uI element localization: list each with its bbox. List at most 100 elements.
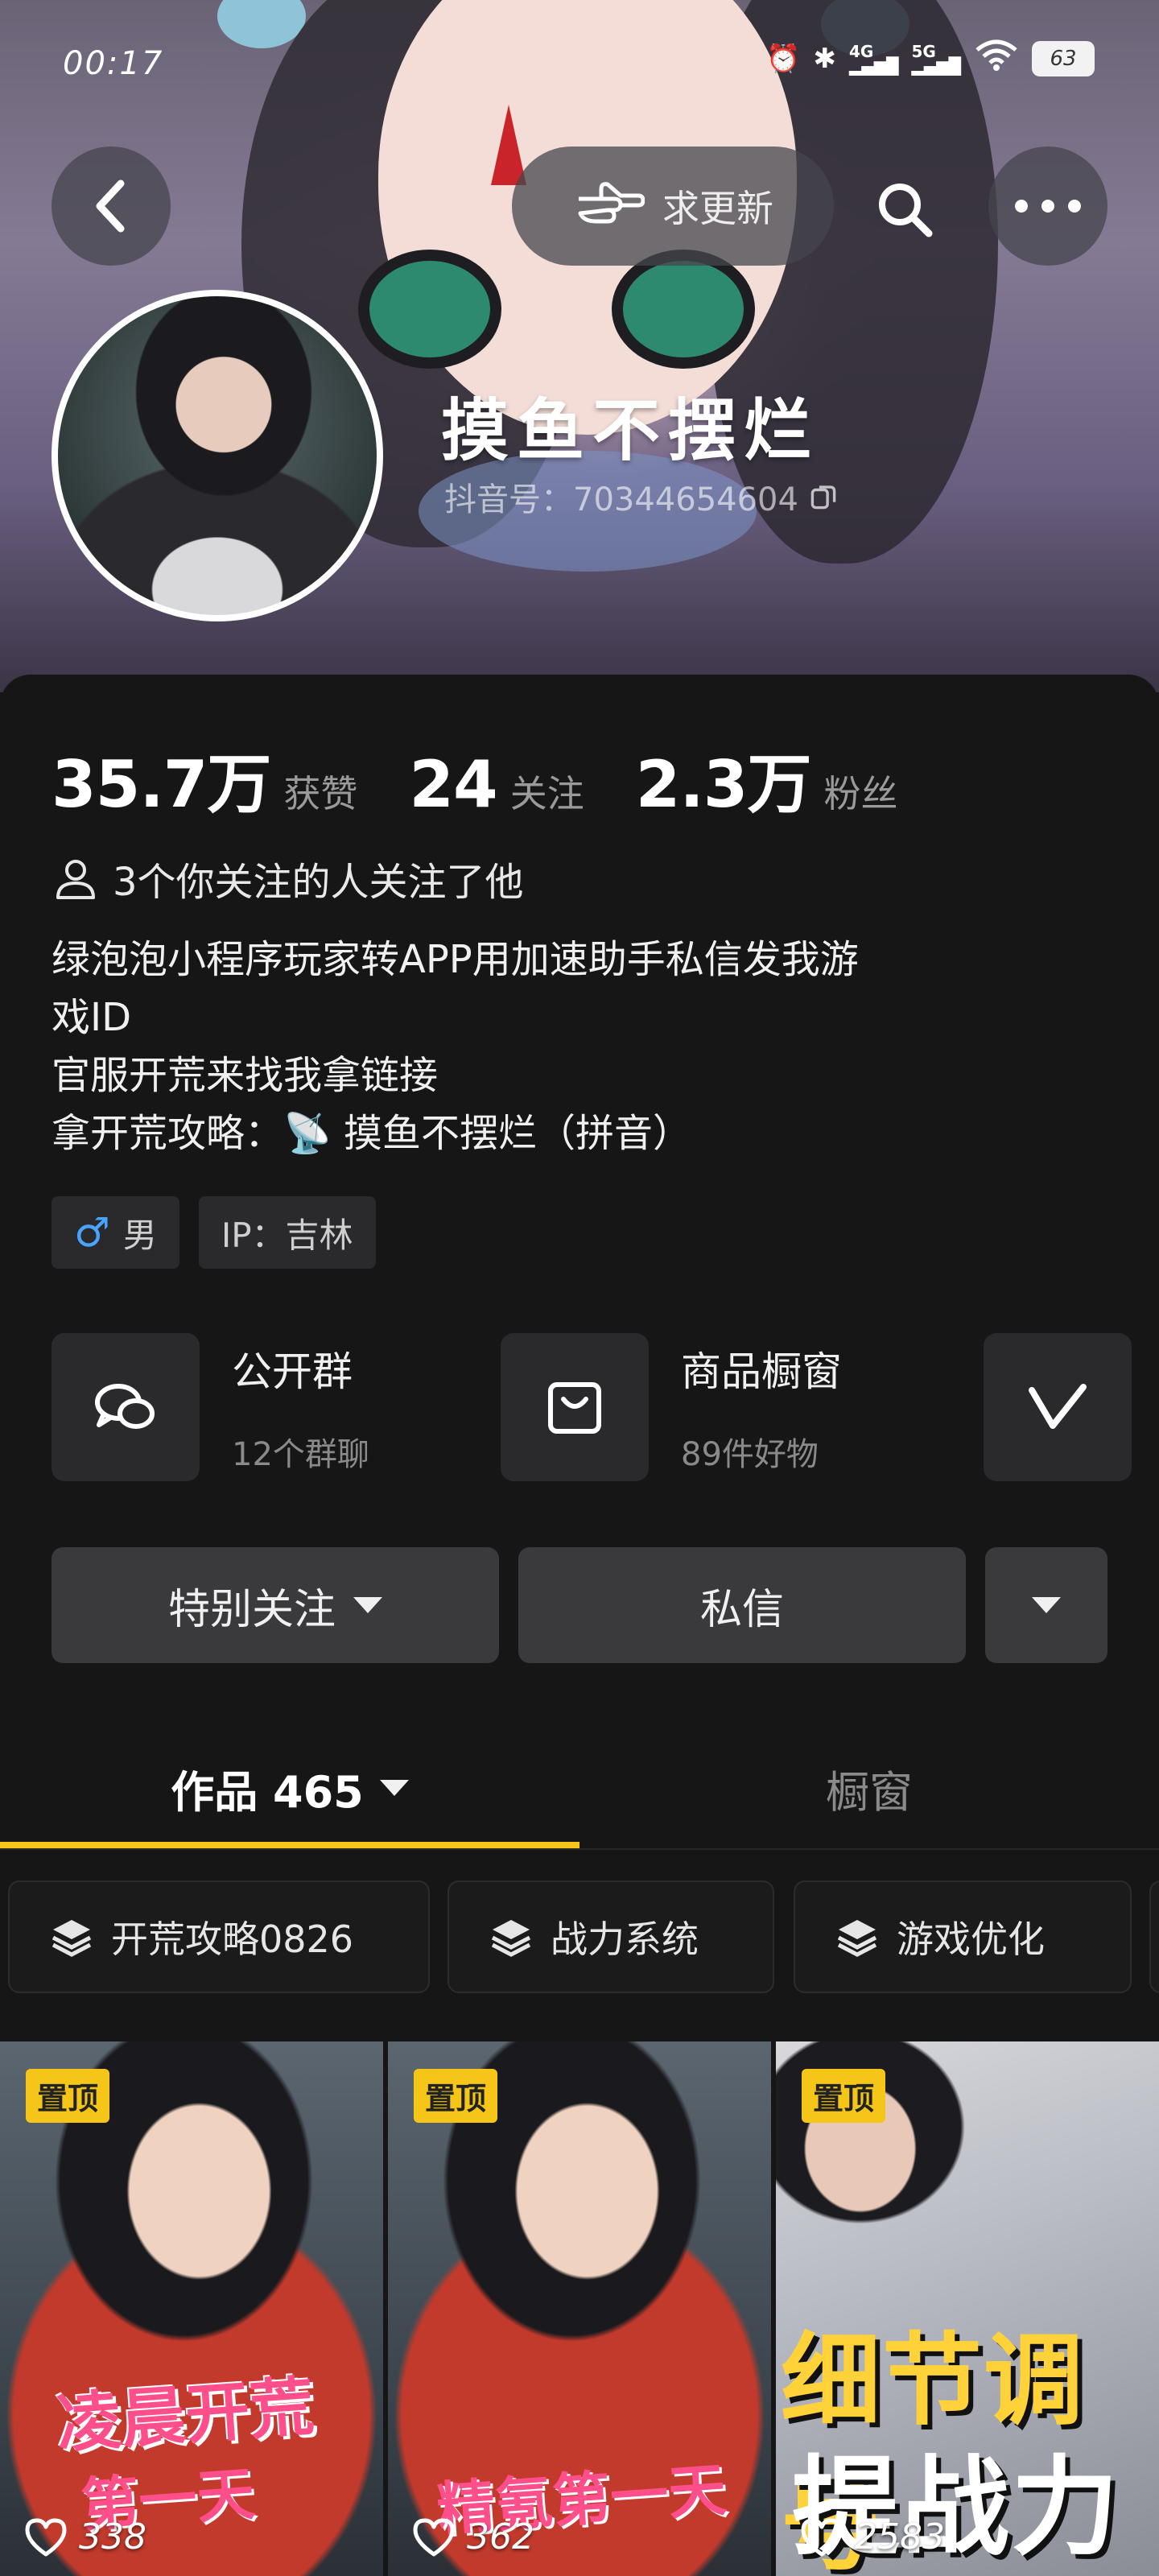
like-count: 2583 [855, 2516, 945, 2557]
wifi-icon [974, 39, 1019, 78]
status-icons: ⏰ ✱ 4G ▂▄▆█ 5G ▂▄▆█ 63 [766, 39, 1095, 78]
more-dots-icon [1015, 200, 1081, 213]
feature-cards: 公开群 12个群聊 商品橱窗 89件好物 [52, 1333, 1159, 1481]
banner-art [358, 250, 501, 369]
video-thumbnail[interactable]: 置顶 凌晨开荒 第一天 338 [0, 2041, 383, 2576]
heart-icon [413, 2518, 455, 2556]
product-showcase-card[interactable]: 商品橱窗 89件好物 [501, 1333, 842, 1481]
stat-value: 35.7万 [52, 747, 271, 822]
search-button[interactable] [864, 169, 945, 250]
bluetooth-icon: ✱ [813, 42, 836, 75]
video-likes: 338 [24, 2516, 146, 2557]
message-label: 私信 [699, 1585, 784, 1634]
like-count: 362 [467, 2516, 534, 2557]
shopping-bag-icon [501, 1333, 649, 1481]
gender-label: 男 [122, 1215, 157, 1255]
special-follow-button[interactable]: 特别关注 [52, 1547, 499, 1663]
group-chat-text: 公开群 12个群聊 [232, 1333, 369, 1481]
thumbnail-title: 凌晨开荒 [54, 2368, 317, 2462]
signal-4g-icon: 4G ▂▄▆█ [848, 41, 899, 76]
person-icon [56, 860, 95, 899]
profile-tabs: 作品 465 橱窗 [0, 1736, 1159, 1848]
profile-tags: ♂ 男 IP：吉林 [52, 1196, 376, 1269]
pinned-badge: 置顶 [26, 2069, 110, 2123]
card-subtitle: 89件好物 [681, 1436, 819, 1473]
alarm-icon: ⏰ [766, 42, 801, 75]
banner-art [612, 250, 755, 369]
tabs-divider [0, 1848, 1159, 1850]
collection-chip[interactable]: 游戏优化 [794, 1880, 1132, 1993]
collection-chip[interactable]: 战力系统 [448, 1880, 774, 1993]
stat-value: 2.3万 [635, 747, 812, 822]
back-button[interactable] [52, 147, 171, 266]
network-label: 4G [848, 41, 874, 61]
dropdown-triangle-icon [353, 1597, 382, 1613]
request-update-label: 求更新 [662, 187, 773, 230]
stat-followers[interactable]: 2.3万 粉丝 [636, 733, 898, 826]
video-likes: 362 [412, 2516, 534, 2557]
douyin-id-text: 抖音号：70344654604 [444, 481, 798, 518]
battery-indicator: 63 [1032, 40, 1095, 76]
network-label: 5G [911, 41, 936, 61]
profile-stats: 35.7万 获赞 24 关注 2.3万 粉丝 [52, 733, 949, 826]
heart-icon [25, 2518, 67, 2556]
more-options-button[interactable] [988, 147, 1107, 266]
stat-label: 获赞 [283, 772, 358, 815]
bio-line: 官服开荒来找我拿链接 [52, 1053, 439, 1098]
video-thumbnail[interactable]: 置顶 细节调号 提战力 2583 [776, 2041, 1159, 2576]
copy-icon[interactable] [810, 483, 837, 510]
like-count: 338 [79, 2516, 146, 2557]
pinned-badge: 置顶 [802, 2069, 886, 2123]
video-likes: 2583 [800, 2516, 945, 2557]
search-icon [879, 184, 933, 237]
tab-showcase-label: 橱窗 [826, 1766, 913, 1818]
gender-tag: ♂ 男 [52, 1196, 179, 1269]
collection-label: 战力系统 [551, 1918, 699, 1961]
tab-works[interactable]: 作品 465 [0, 1736, 580, 1840]
collection-label: 游戏优化 [897, 1918, 1045, 1961]
card-title: 公开群 [232, 1348, 353, 1395]
collection-chip[interactable] [1149, 1880, 1159, 1993]
stat-likes: 35.7万 获赞 [52, 733, 357, 826]
profile-content: 35.7万 获赞 24 关注 2.3万 粉丝 3个你关注的人关注了他 绿泡泡小程… [0, 675, 1159, 2576]
stat-label: 关注 [509, 772, 584, 815]
chat-bubbles-icon [52, 1333, 200, 1481]
request-update-button[interactable]: 求更新 [512, 147, 834, 266]
active-tab-indicator [0, 1842, 580, 1848]
dropdown-triangle-icon [1032, 1597, 1061, 1613]
product-showcase-text: 商品橱窗 89件好物 [681, 1333, 842, 1481]
stat-following[interactable]: 24 关注 [409, 747, 584, 822]
dropdown-triangle-icon [379, 1780, 409, 1796]
male-icon: ♂ [74, 1209, 110, 1256]
bio-line: 绿泡泡小程序玩家转APP用加速助手私信发我游 [52, 937, 859, 982]
status-time: 00:17 [63, 45, 164, 82]
profile-bio: 绿泡泡小程序玩家转APP用加速助手私信发我游 戏ID 官服开荒来找我拿链接 拿开… [52, 931, 1114, 1162]
message-button[interactable]: 私信 [518, 1547, 966, 1663]
bio-line: 拿开荒攻略：📡 摸鱼不摆烂（拼音） [52, 1111, 692, 1156]
profile-nickname: 摸鱼不摆烂 [441, 391, 820, 470]
pointing-hand-icon [578, 182, 645, 224]
special-follow-label: 特别关注 [167, 1585, 336, 1634]
group-chat-card[interactable]: 公开群 12个群聊 [52, 1333, 369, 1481]
video-thumbnail[interactable]: 置顶 精氪第一天 362 [388, 2041, 771, 2576]
card-title: 商品橱窗 [681, 1348, 842, 1395]
verified-card[interactable] [984, 1333, 1132, 1481]
card-subtitle: 12个群聊 [232, 1436, 369, 1473]
v-check-icon [984, 1333, 1132, 1481]
profile-actions: 特别关注 私信 [52, 1547, 1107, 1663]
profile-avatar[interactable] [52, 290, 383, 621]
mutual-follow-text: 3个你关注的人关注了他 [113, 860, 524, 905]
video-grid: 置顶 凌晨开荒 第一天 338 置顶 精氪第一天 362 置顶 细节调号 提战力 [0, 2041, 1159, 2576]
mutual-follow-row[interactable]: 3个你关注的人关注了他 [52, 850, 524, 906]
tab-showcase[interactable]: 橱窗 [580, 1736, 1159, 1840]
ip-location-label: IP：吉林 [221, 1215, 353, 1255]
more-actions-dropdown[interactable] [985, 1547, 1107, 1663]
stat-value: 24 [409, 747, 497, 822]
layers-icon [52, 1920, 92, 1957]
collection-label: 开荒攻略0826 [111, 1918, 354, 1961]
signal-5g-icon: 5G ▂▄▆█ [911, 41, 961, 76]
layers-icon [837, 1920, 877, 1957]
stat-label: 粉丝 [823, 772, 898, 815]
collection-chip[interactable]: 开荒攻略0826 [8, 1880, 430, 1993]
tab-works-label: 作品 465 [171, 1766, 364, 1818]
